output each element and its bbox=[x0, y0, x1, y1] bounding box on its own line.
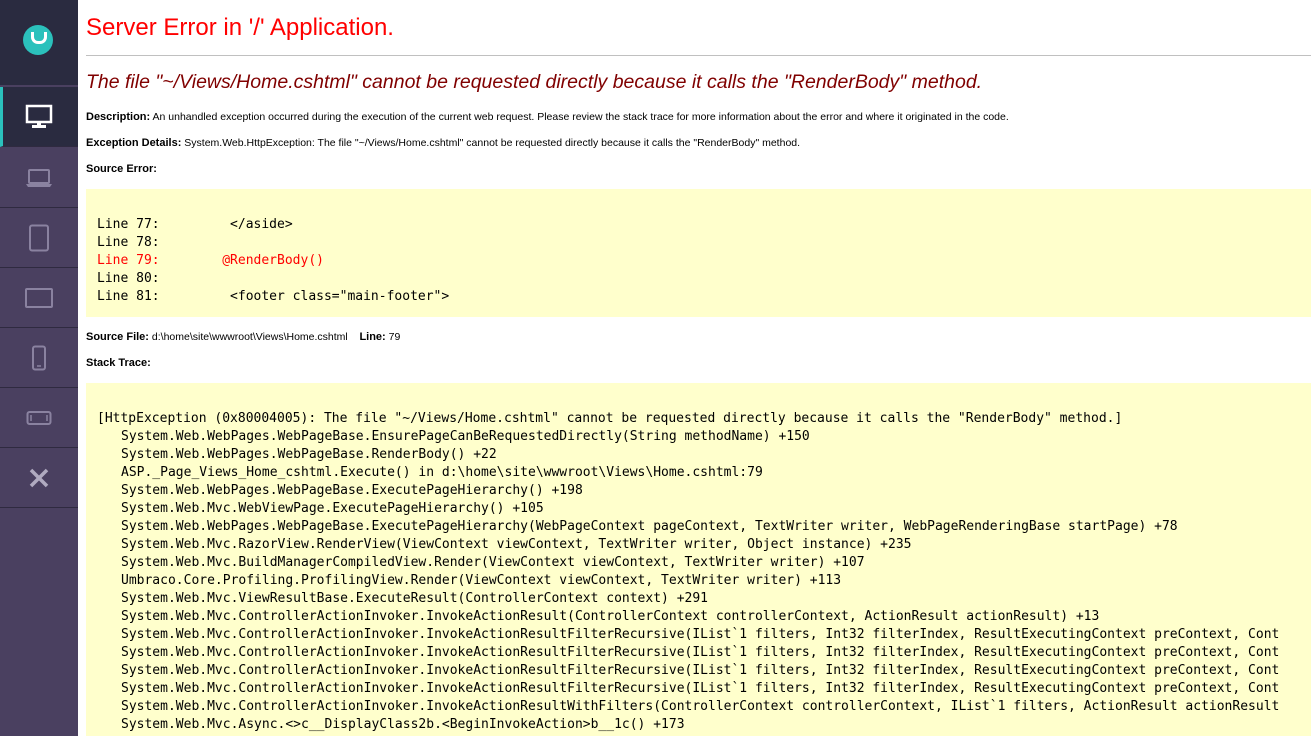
tablet-landscape-icon bbox=[25, 287, 53, 308]
device-preview-sidebar bbox=[0, 0, 78, 736]
phone-landscape-icon bbox=[26, 410, 52, 425]
laptop-icon bbox=[26, 168, 52, 187]
description-text: An unhandled exception occurred during t… bbox=[152, 111, 1009, 123]
tablet-portrait-icon bbox=[29, 224, 49, 251]
sidebar-item-desktop[interactable] bbox=[0, 87, 78, 147]
source-file-line: Source File: d:\home\site\wwwroot\Views\… bbox=[86, 331, 400, 343]
source-line-error: Line 79: @RenderBody() bbox=[97, 253, 324, 268]
stack-frame: System.Web.Mvc.ControllerActionInvoker.I… bbox=[121, 645, 1280, 660]
logo-area bbox=[0, 0, 78, 85]
source-file-label: Source File: bbox=[86, 331, 149, 343]
stack-frame: System.Web.Mvc.ControllerActionInvoker.I… bbox=[121, 663, 1280, 678]
desktop-monitor-icon bbox=[25, 104, 53, 128]
stack-trace-heading: Stack Trace: bbox=[86, 357, 151, 369]
phone-portrait-icon bbox=[32, 345, 46, 370]
exception-details-line: Exception Details: System.Web.HttpExcept… bbox=[86, 137, 800, 149]
source-line: Line 81: <footer class="main-footer"> bbox=[97, 289, 450, 304]
sidebar-item-close[interactable] bbox=[0, 448, 78, 508]
line-label: Line: bbox=[359, 331, 386, 343]
close-icon bbox=[29, 468, 49, 487]
stack-trace-listing: [HttpException (0x80004005): The file "~… bbox=[86, 383, 1311, 734]
stack-frame: System.Web.Mvc.WebViewPage.ExecutePageHi… bbox=[121, 501, 544, 516]
stack-trace-box: [HttpException (0x80004005): The file "~… bbox=[86, 383, 1311, 736]
exception-details-text: System.Web.HttpException: The file "~/Vi… bbox=[184, 137, 801, 149]
stack-trace-header: [HttpException (0x80004005): The file "~… bbox=[97, 411, 1123, 426]
source-line: Line 78: bbox=[97, 235, 160, 250]
stack-frame: System.Web.Mvc.BuildManagerCompiledView.… bbox=[121, 555, 865, 570]
stack-frame: Umbraco.Core.Profiling.ProfilingView.Ren… bbox=[121, 573, 842, 588]
umbraco-logo-icon[interactable] bbox=[23, 25, 53, 55]
stack-frame: ASP._Page_Views_Home_cshtml.Execute() in… bbox=[121, 465, 763, 480]
stack-frame: System.Web.Mvc.RazorView.RenderView(View… bbox=[121, 537, 912, 552]
stack-frame: System.Web.Mvc.ControllerActionInvoker.I… bbox=[121, 627, 1280, 642]
stack-frame: System.Web.Mvc.ViewResultBase.ExecuteRes… bbox=[121, 591, 708, 606]
app-window: Server Error in '/' Application. The fil… bbox=[0, 0, 1311, 736]
line-number: 79 bbox=[388, 331, 401, 343]
sidebar-item-tablet-landscape[interactable] bbox=[0, 268, 78, 328]
exception-details-label: Exception Details: bbox=[86, 137, 182, 149]
sidebar-item-tablet-portrait[interactable] bbox=[0, 208, 78, 268]
source-line: Line 80: bbox=[97, 271, 160, 286]
stack-frame: System.Web.WebPages.WebPageBase.RenderBo… bbox=[121, 447, 497, 462]
source-file-path: d:\home\site\wwwroot\Views\Home.cshtml bbox=[151, 331, 348, 343]
stack-frame: System.Web.Mvc.ControllerActionInvoker.I… bbox=[121, 681, 1280, 696]
error-page: Server Error in '/' Application. The fil… bbox=[78, 0, 1311, 736]
sidebar-item-phone-landscape[interactable] bbox=[0, 388, 78, 448]
stack-frame: System.Web.WebPages.WebPageBase.EnsurePa… bbox=[121, 429, 810, 444]
source-line: Line 77: </aside> bbox=[97, 217, 293, 232]
title-divider bbox=[86, 55, 1311, 56]
source-error-heading: Source Error: bbox=[86, 163, 157, 175]
stack-frame: System.Web.WebPages.WebPageBase.ExecuteP… bbox=[121, 483, 583, 498]
stack-frame: System.Web.Mvc.ControllerActionInvoker.I… bbox=[121, 609, 1100, 624]
error-message-heading: The file "~/Views/Home.cshtml" cannot be… bbox=[86, 71, 983, 93]
stack-frame: System.Web.Mvc.Async.<>c__DisplayClass2b… bbox=[121, 717, 685, 732]
stack-frame: System.Web.Mvc.ControllerActionInvoker.I… bbox=[121, 699, 1280, 714]
page-title: Server Error in '/' Application. bbox=[86, 14, 394, 41]
description-label: Description: bbox=[86, 111, 151, 123]
source-error-code-box: Line 77: </aside> Line 78: Line 79: @Rende… bbox=[86, 189, 1311, 317]
stack-frame: System.Web.WebPages.WebPageBase.ExecuteP… bbox=[121, 519, 1178, 534]
sidebar-item-phone-portrait[interactable] bbox=[0, 328, 78, 388]
source-code-listing: Line 77: </aside> Line 78: Line 79: @Rende… bbox=[86, 189, 1311, 306]
sidebar-item-laptop[interactable] bbox=[0, 148, 78, 208]
description-line: Description: An unhandled exception occu… bbox=[86, 111, 1009, 123]
